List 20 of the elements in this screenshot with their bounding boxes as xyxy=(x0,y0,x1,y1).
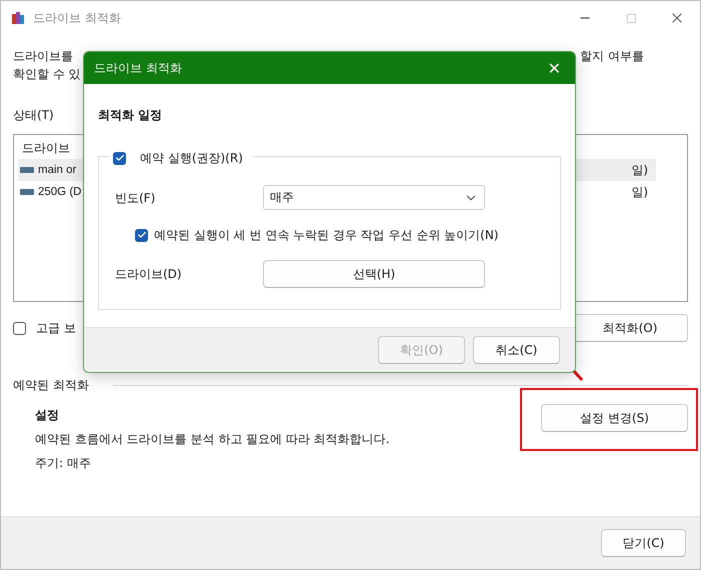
window-title: 드라이브 최적화 xyxy=(33,10,121,26)
checkbox-label: 고급 보 xyxy=(36,320,76,337)
field-label: 빈도(F) xyxy=(115,190,156,206)
settings-title: 설정 xyxy=(35,407,60,424)
description-text: 드라이브를 xyxy=(13,48,73,65)
settings-description: 예약된 흐름에서 드라이브를 분석 하고 필요에 따라 최적화합니다. xyxy=(35,431,390,448)
table-cell-text: 일) xyxy=(631,184,648,201)
dialog-title: 드라이브 최적화 xyxy=(94,60,182,76)
field-label: 드라이브(D) xyxy=(115,266,183,283)
description-text: 확인할 수 있 xyxy=(13,66,81,83)
checkbox-label: 예약 실행(권장)(R) xyxy=(140,150,243,167)
table-cell-text: main or xyxy=(38,163,76,178)
description-text: 할지 여부를 xyxy=(580,48,644,65)
table-cell-text: 250G (D xyxy=(38,185,82,200)
dialog-heading: 최적화 일정 xyxy=(98,107,164,124)
frequency-text: 주기: 매주 xyxy=(35,455,92,472)
section-heading: 예약된 최적화 xyxy=(13,377,89,394)
table-cell-text: 일) xyxy=(631,162,648,179)
status-label: 상태(T) xyxy=(13,107,54,124)
checkbox-label: 예약된 실행이 세 번 연속 누락된 경우 작업 우선 순위 높이기(N) xyxy=(154,227,498,244)
